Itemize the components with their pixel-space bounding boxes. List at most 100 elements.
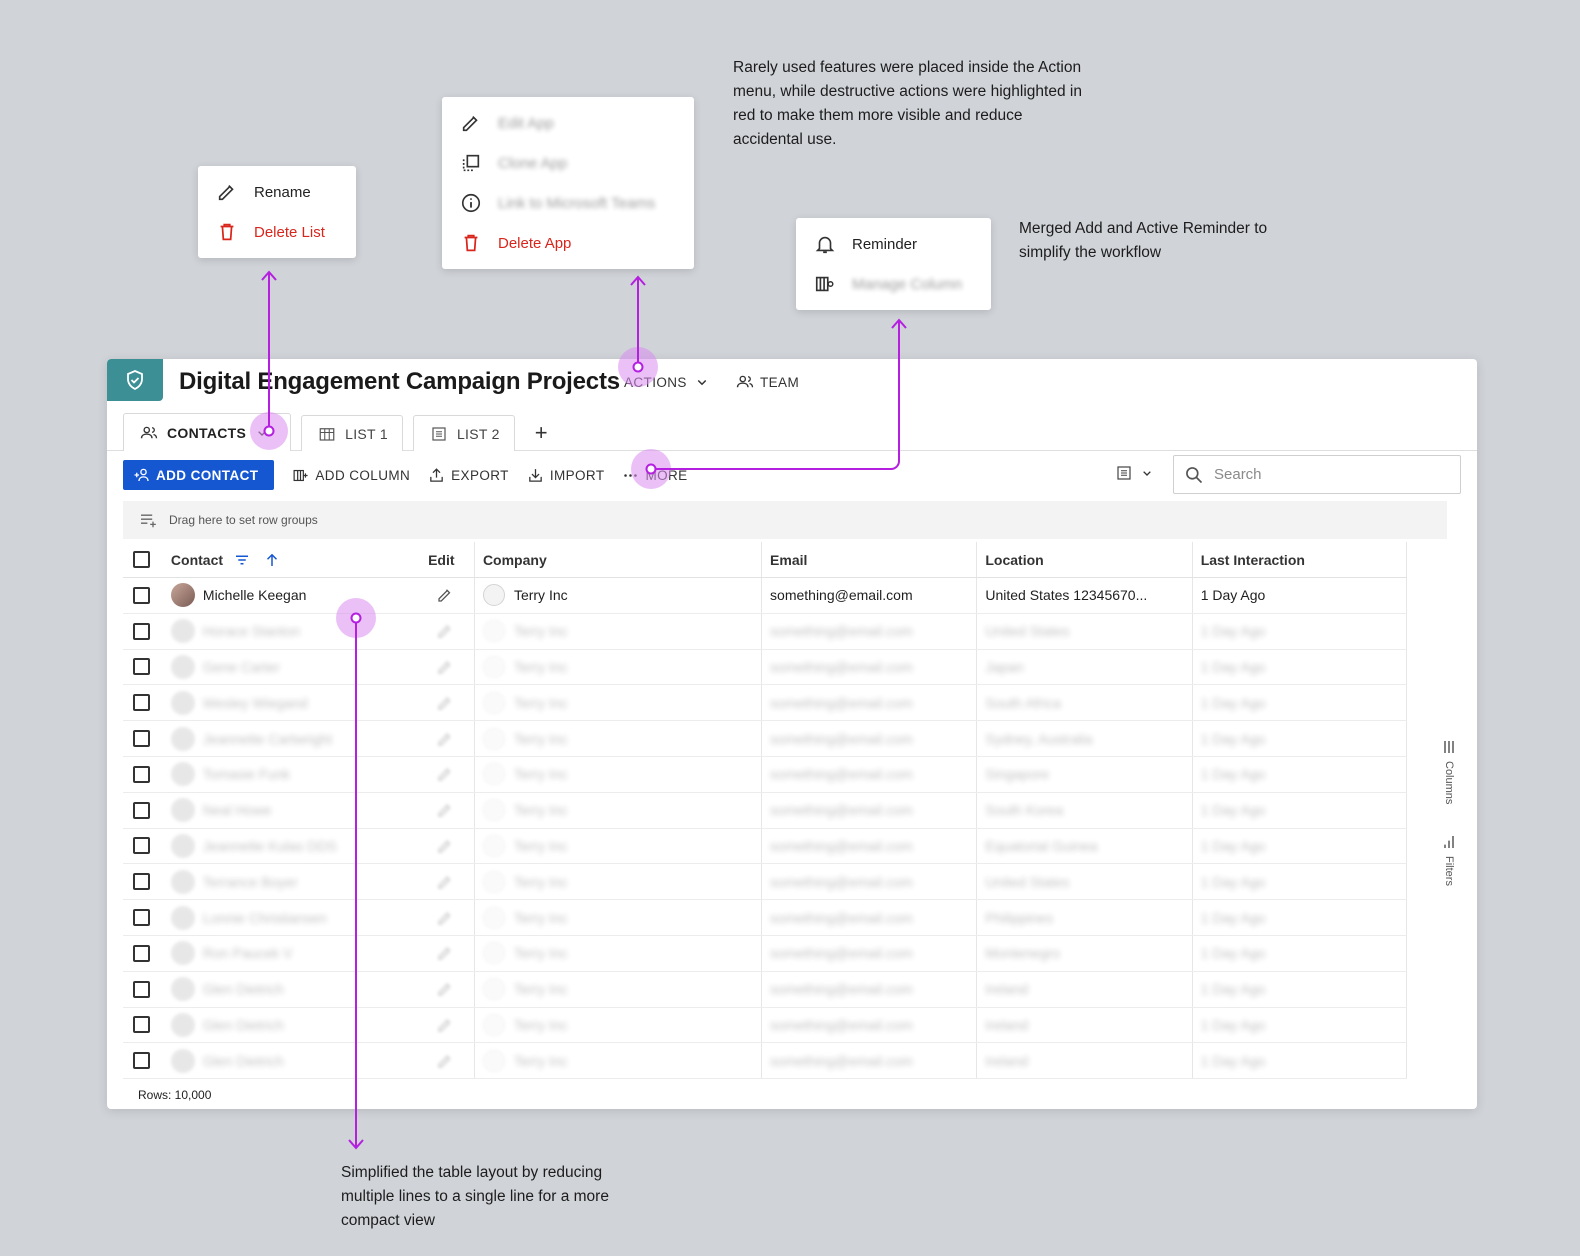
- team-button[interactable]: TEAM: [736, 373, 799, 391]
- email-cell: something@email.com: [761, 1043, 976, 1079]
- column-header-email[interactable]: Email: [761, 542, 976, 577]
- contact-cell[interactable]: Michelle Keegan: [163, 578, 420, 613]
- email-cell: something@email.com: [761, 685, 976, 721]
- row-checkbox[interactable]: [133, 980, 150, 998]
- tab-contacts[interactable]: CONTACTS: [123, 413, 292, 451]
- row-checkbox[interactable]: [133, 730, 150, 748]
- view-selector[interactable]: [1115, 464, 1155, 482]
- more-button[interactable]: MORE: [622, 467, 687, 484]
- company-cell: Terry Inc: [473, 1007, 761, 1043]
- row-checkbox[interactable]: [133, 944, 150, 962]
- pencil-icon[interactable]: [436, 980, 454, 998]
- columns-panel-toggle[interactable]: Columns: [1441, 739, 1457, 804]
- contact-cell[interactable]: Glen Dietrich: [163, 1008, 420, 1043]
- select-all-checkbox[interactable]: [133, 551, 150, 568]
- add-contact-button[interactable]: ADD CONTACT: [123, 460, 275, 490]
- toolbar: ADD CONTACT ADD COLUMN EXPORT IMPORT MOR…: [123, 455, 1461, 494]
- manage-column-menu-item[interactable]: Manage Column: [796, 264, 991, 304]
- company-logo: [482, 655, 505, 678]
- pencil-icon[interactable]: [436, 837, 454, 855]
- contact-cell[interactable]: Jeannette Kulas DDS: [163, 829, 420, 864]
- contact-cell[interactable]: Glen Dietrich: [163, 1043, 420, 1078]
- pencil-icon[interactable]: [436, 694, 454, 712]
- table-row[interactable]: Jeannette Kulas DDS Terry Inc something@em…: [123, 828, 1408, 865]
- table-row[interactable]: Tomasie Funk Terry Inc something@email.com…: [123, 756, 1408, 793]
- column-header-contact[interactable]: Contact: [163, 542, 420, 577]
- row-checkbox[interactable]: [133, 586, 150, 604]
- pencil-icon[interactable]: [436, 658, 454, 676]
- export-button[interactable]: EXPORT: [428, 467, 509, 484]
- row-checkbox[interactable]: [133, 873, 150, 891]
- filter-icon[interactable]: [233, 551, 251, 569]
- pencil-icon[interactable]: [436, 944, 454, 962]
- contact-cell[interactable]: Ron Paucek V: [163, 936, 420, 971]
- columns-icon: [1444, 741, 1454, 753]
- row-checkbox[interactable]: [133, 801, 150, 819]
- row-checkbox[interactable]: [133, 765, 150, 783]
- pencil-icon[interactable]: [436, 873, 454, 891]
- table-row[interactable]: Gene Carter Terry Inc something@email.com J…: [123, 649, 1408, 686]
- table-row[interactable]: Lonnie Christiansen Terry Inc something@em…: [123, 900, 1408, 936]
- pencil-icon[interactable]: [436, 909, 454, 927]
- import-button[interactable]: IMPORT: [527, 467, 605, 484]
- table-row[interactable]: Wesley Wiegand Terry Inc something@email.c…: [123, 685, 1408, 722]
- pencil-icon[interactable]: [436, 801, 454, 819]
- location-cell: Ireland: [976, 1007, 1191, 1043]
- column-header-last-interaction[interactable]: Last Interaction: [1191, 542, 1408, 577]
- table-row[interactable]: Glen Dietrich Terry Inc something@email.co…: [123, 1007, 1408, 1044]
- contact-cell[interactable]: Wesley Wiegand: [163, 685, 420, 720]
- reminder-menu-item[interactable]: Reminder: [796, 224, 991, 264]
- clone-app-menu-item[interactable]: Clone App: [442, 143, 694, 183]
- contact-cell[interactable]: Glen Dietrich: [163, 972, 420, 1007]
- chevron-down-icon[interactable]: [254, 425, 270, 441]
- table-row[interactable]: Jeannette Cartwright Terry Inc something@e…: [123, 721, 1408, 757]
- table-row[interactable]: Ron Paucek V Terry Inc something@email.com…: [123, 935, 1408, 972]
- table-row[interactable]: Terrance Boyer Terry Inc something@email.c…: [123, 864, 1408, 901]
- contact-cell[interactable]: Tomasie Funk: [163, 757, 420, 792]
- row-checkbox[interactable]: [133, 1016, 150, 1034]
- contact-cell[interactable]: Jeannette Cartwright: [163, 721, 420, 756]
- table-row[interactable]: Glen Dietrich Terry Inc something@email.co…: [123, 971, 1408, 1008]
- rename-menu-item[interactable]: Rename: [198, 172, 356, 212]
- column-header-company[interactable]: Company: [473, 542, 761, 577]
- row-checkbox[interactable]: [133, 694, 150, 712]
- pencil-icon[interactable]: [436, 622, 454, 640]
- table-row[interactable]: Neal Howe Terry Inc something@email.com Sou…: [123, 792, 1408, 829]
- row-group-bar[interactable]: Drag here to set row groups: [123, 501, 1447, 539]
- row-checkbox[interactable]: [133, 837, 150, 855]
- row-checkbox[interactable]: [133, 909, 150, 927]
- delete-list-menu-item[interactable]: Delete List: [198, 212, 356, 252]
- avatar: [170, 977, 195, 1002]
- actions-button[interactable]: ACTIONS: [624, 373, 711, 391]
- pencil-icon[interactable]: [436, 586, 454, 604]
- team-icon: [140, 426, 158, 438]
- row-checkbox[interactable]: [133, 622, 150, 640]
- contact-cell[interactable]: Horace Stanton: [163, 614, 420, 649]
- row-checkbox[interactable]: [133, 658, 150, 676]
- table-row[interactable]: Horace Stanton Terry Inc something@email.c…: [123, 613, 1408, 650]
- filters-panel-toggle[interactable]: Filters: [1441, 834, 1457, 886]
- column-header-edit[interactable]: Edit: [420, 542, 474, 577]
- contact-cell[interactable]: Terrance Boyer: [163, 864, 420, 899]
- search-input[interactable]: Search: [1173, 455, 1461, 494]
- tab-list-2[interactable]: LIST 2: [412, 415, 515, 451]
- table-row[interactable]: Michelle Keegan Terry Inc something@email.…: [123, 578, 1408, 614]
- add-tab-button[interactable]: +: [535, 415, 548, 451]
- delete-app-menu-item[interactable]: Delete App: [442, 223, 694, 263]
- tab-list-1[interactable]: LIST 1: [301, 415, 403, 451]
- email-cell: something@email.com: [761, 613, 976, 649]
- contact-cell[interactable]: Neal Howe: [163, 793, 420, 828]
- contact-cell[interactable]: Lonnie Christiansen: [163, 900, 420, 935]
- column-header-location[interactable]: Location: [976, 542, 1191, 577]
- add-column-button[interactable]: ADD COLUMN: [292, 467, 410, 484]
- pencil-icon[interactable]: [436, 1016, 454, 1034]
- pencil-icon[interactable]: [436, 1052, 454, 1070]
- pencil-icon[interactable]: [436, 730, 454, 748]
- contact-cell[interactable]: Gene Carter: [163, 650, 420, 685]
- link-teams-menu-item[interactable]: Link to Microsoft Teams: [442, 183, 694, 223]
- table-row[interactable]: Glen Dietrich Terry Inc something@email.co…: [123, 1043, 1408, 1080]
- arrow-up-icon[interactable]: [263, 551, 281, 569]
- pencil-icon[interactable]: [436, 765, 454, 783]
- row-checkbox[interactable]: [133, 1052, 150, 1070]
- edit-app-menu-item[interactable]: Edit App: [442, 103, 694, 143]
